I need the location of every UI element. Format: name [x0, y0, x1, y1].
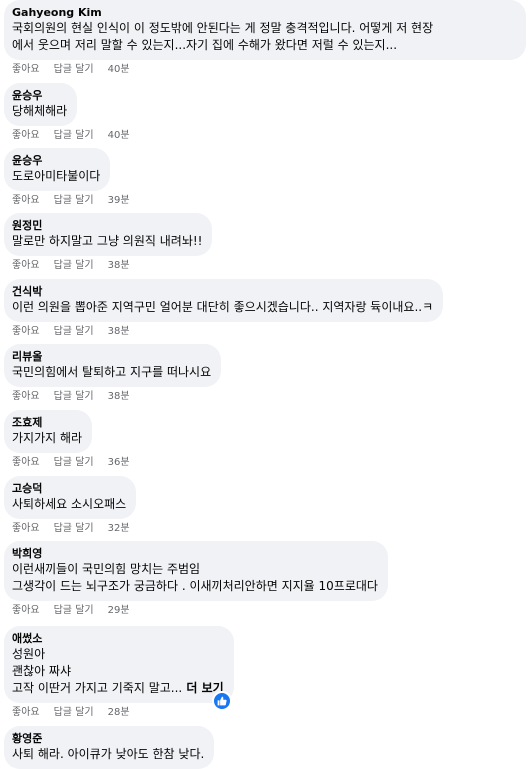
comment-item: 박희영 이런새끼들이 국민의힘 망치는 주범임 그생각이 드는 뇌구조가 궁금하… [4, 541, 388, 617]
comment-timestamp[interactable]: 29분 [108, 605, 130, 616]
comment-text: 국민의힘에서 탈퇴하고 지구를 떠나시요 [12, 365, 212, 379]
like-button[interactable]: 좋아요 [12, 195, 40, 206]
comment-item: 리뷰올 국민의힘에서 탈퇴하고 지구를 떠나시요 좋아요 답글 달기 38분 [4, 344, 222, 403]
comment-timestamp[interactable]: 36분 [108, 457, 130, 468]
comment-author[interactable]: 황영준 [12, 731, 204, 746]
comment-actions: 좋아요 답글 달기 32분 [12, 522, 144, 535]
comment-timestamp[interactable]: 39분 [108, 195, 130, 206]
comment-bubble: 고승덕 사퇴하세요 소시오패스 [4, 476, 137, 519]
comment-timestamp[interactable]: 38분 [108, 260, 130, 271]
like-reaction-badge[interactable] [211, 691, 232, 711]
reply-button[interactable]: 답글 달기 [54, 457, 94, 468]
comment-bubble: 윤승우 당해체해라 [4, 83, 78, 126]
comment-bubble: 건식박 이런 의원을 뽑아준 지역구민 얼어분 대단히 좋으시겠습니다.. 지역… [4, 279, 444, 322]
comment-author[interactable]: Gahyeong Kim [12, 5, 516, 20]
comment-bubble: 박희영 이런새끼들이 국민의힘 망치는 주범임 그생각이 드는 뇌구조가 궁금하… [4, 541, 388, 601]
comment-bubble: 황영준 사퇴 해라. 아이큐가 낮아도 한참 낮다. [4, 726, 215, 769]
comment-item: 원정민 말로만 하지말고 그냥 의원직 내려놔!! 좋아요 답글 달기 38분 [4, 213, 213, 272]
like-button[interactable]: 좋아요 [12, 605, 40, 616]
like-button[interactable]: 좋아요 [12, 707, 40, 718]
comment-text: 당해체해라 [12, 104, 68, 118]
comment-actions: 좋아요 답글 달기 38분 [12, 390, 221, 403]
comment-author[interactable]: 윤승우 [12, 153, 100, 168]
comment-bubble: 조효제 가지가지 해라 [4, 410, 93, 453]
comment-actions: 좋아요 답글 달기 39분 [12, 194, 144, 207]
reply-button[interactable]: 답글 달기 [54, 260, 94, 271]
comment-text-wrap: 성원아 괜찮아 짜샤 고작 이딴거 가지고 기죽지 말고... 더 보기 [12, 646, 224, 697]
comment-author[interactable]: 박희영 [12, 546, 378, 561]
comment-author[interactable]: 건식박 [12, 284, 433, 299]
comment-text: 이런새끼들이 국민의힘 망치는 주범임 그생각이 드는 뇌구조가 궁금하다 . … [12, 562, 378, 593]
comment-actions: 좋아요 답글 달기 40분 [12, 129, 144, 142]
reply-button[interactable]: 답글 달기 [54, 707, 94, 718]
comment-timestamp[interactable]: 38분 [108, 326, 130, 337]
comment-item: 윤승우 당해체해라 좋아요 답글 달기 40분 [4, 83, 144, 142]
reply-button[interactable]: 답글 달기 [54, 605, 94, 616]
reply-button[interactable]: 답글 달기 [54, 64, 94, 75]
like-button[interactable]: 좋아요 [12, 457, 40, 468]
comment-item: 황영준 사퇴 해라. 아이큐가 낮아도 한참 낮다. [4, 726, 215, 769]
comment-text: 국회의원의 현실 인식이 이 정도밖에 안된다는 게 정말 충격적입니다. 어떻… [12, 21, 434, 52]
reply-button[interactable]: 답글 달기 [54, 130, 94, 141]
comment-timestamp[interactable]: 32분 [108, 523, 130, 534]
comment-timestamp[interactable]: 40분 [108, 130, 130, 141]
thumbs-up-icon [217, 696, 227, 706]
reply-button[interactable]: 답글 달기 [54, 326, 94, 337]
like-button[interactable]: 좋아요 [12, 130, 40, 141]
comment-bubble: 리뷰올 국민의힘에서 탈퇴하고 지구를 떠나시요 [4, 344, 222, 387]
comment-actions: 좋아요 답글 달기 40분 [12, 63, 526, 76]
comment-bubble: 애썼소 성원아 괜찮아 짜샤 고작 이딴거 가지고 기죽지 말고... 더 보기 [4, 626, 234, 711]
comment-timestamp[interactable]: 40분 [108, 64, 130, 75]
comment-item: Gahyeong Kim 국회의원의 현실 인식이 이 정도밖에 안된다는 게 … [4, 0, 526, 76]
comment-item: 애썼소 성원아 괜찮아 짜샤 고작 이딴거 가지고 기죽지 말고... 더 보기… [4, 626, 234, 719]
comment-bubble: 윤승우 도로아미타불이다 [4, 148, 111, 191]
comment-item: 고승덕 사퇴하세요 소시오패스 좋아요 답글 달기 32분 [4, 476, 144, 535]
comment-text: 사퇴 해라. 아이큐가 낮아도 한참 낮다. [12, 747, 205, 761]
like-button[interactable]: 좋아요 [12, 523, 40, 534]
comment-actions: 좋아요 답글 달기 38분 [12, 259, 212, 272]
comment-item: 건식박 이런 의원을 뽑아준 지역구민 얼어분 대단히 좋으시겠습니다.. 지역… [4, 279, 444, 338]
comment-author[interactable]: 애썼소 [12, 631, 224, 646]
comment-actions: 좋아요 답글 달기 29분 [12, 604, 388, 617]
reply-button[interactable]: 답글 달기 [54, 195, 94, 206]
comment-item: 조효제 가지가지 해라 좋아요 답글 달기 36분 [4, 410, 144, 469]
reply-button[interactable]: 답글 달기 [54, 391, 94, 402]
reply-button[interactable]: 답글 달기 [54, 523, 94, 534]
comment-text: 이런 의원을 뽑아준 지역구민 얼어분 대단히 좋으시겠습니다.. 지역자랑 듁… [12, 300, 434, 314]
comment-author[interactable]: 윤승우 [12, 88, 67, 103]
like-button[interactable]: 좋아요 [12, 326, 40, 337]
comment-author[interactable]: 원정민 [12, 218, 202, 233]
comment-text: 말로만 하지말고 그냥 의원직 내려놔!! [12, 234, 203, 248]
comment-timestamp[interactable]: 28분 [108, 707, 130, 718]
comment-text: 가지가지 해라 [12, 431, 83, 445]
comment-text: 도로아미타불이다 [12, 169, 101, 183]
comment-author[interactable]: 고승덕 [12, 481, 126, 496]
comment-timestamp[interactable]: 38분 [108, 391, 130, 402]
like-button[interactable]: 좋아요 [12, 260, 40, 271]
comment-actions: 좋아요 답글 달기 36분 [12, 456, 144, 469]
comment-item: 윤승우 도로아미타불이다 좋아요 답글 달기 39분 [4, 148, 144, 207]
comment-author[interactable]: 조효제 [12, 415, 82, 430]
comment-author[interactable]: 리뷰올 [12, 349, 211, 364]
comment-bubble: 원정민 말로만 하지말고 그냥 의원직 내려놔!! [4, 213, 213, 256]
comment-actions: 좋아요 답글 달기 38분 [12, 325, 443, 338]
like-button[interactable]: 좋아요 [12, 64, 40, 75]
comment-actions: 좋아요 답글 달기 28분 [12, 706, 234, 719]
comment-text: 성원아 괜찮아 짜샤 고작 이딴거 가지고 기죽지 말고... [12, 647, 183, 695]
comment-bubble: Gahyeong Kim 국회의원의 현실 인식이 이 정도밖에 안된다는 게 … [4, 0, 526, 60]
comment-text: 사퇴하세요 소시오패스 [12, 497, 127, 511]
like-button[interactable]: 좋아요 [12, 391, 40, 402]
